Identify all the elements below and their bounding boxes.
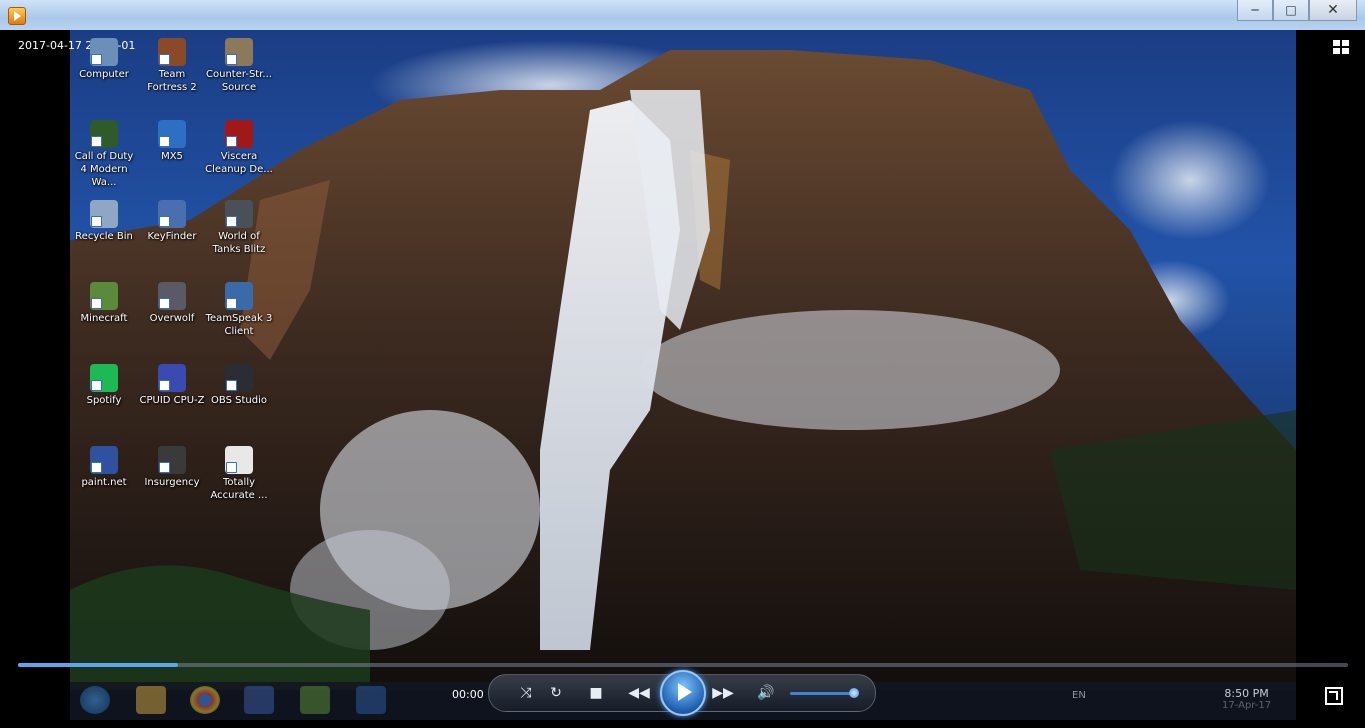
close-button[interactable]: ✕ (1309, 0, 1357, 21)
fullscreen-icon[interactable] (1325, 687, 1343, 705)
word-taskbar-icon (356, 686, 386, 714)
app-shortcut-icon (158, 120, 186, 148)
desktop-icon[interactable]: Insurgency (138, 446, 206, 489)
desktop-icon-label: CPUID CPU-Z (139, 395, 205, 406)
volume-slider-handle[interactable] (849, 688, 859, 698)
tray-language: EN (1072, 690, 1086, 701)
desktop-icon[interactable]: KeyFinder (138, 200, 206, 243)
desktop-icon-label: Totally Accurate ... (210, 477, 268, 501)
taskmanager-taskbar-icon (300, 686, 330, 714)
media-player-app-icon[interactable] (8, 7, 26, 25)
app-shortcut-icon (90, 38, 118, 66)
desktop-icon-label: Viscera Cleanup De... (205, 151, 273, 175)
start-orb-icon (80, 686, 110, 714)
compact-mode-icon[interactable] (1333, 40, 1349, 54)
tray-clock: 8:50 PM 17-Apr-17 (1222, 687, 1271, 711)
desktop-icon-label: Recycle Bin (75, 231, 133, 242)
desktop-icon-label: Call of Duty 4 Modern Wa... (74, 151, 134, 188)
app-shortcut-icon (90, 446, 118, 474)
desktop-icon[interactable]: Viscera Cleanup De... (205, 120, 273, 176)
app-shortcut-icon (225, 200, 253, 228)
desktop-icon[interactable]: Overwolf (138, 282, 206, 325)
desktop-icon[interactable]: Totally Accurate ... (205, 446, 273, 502)
app-shortcut-icon (158, 38, 186, 66)
desktop-icon[interactable]: Recycle Bin (70, 200, 138, 243)
app-shortcut-icon (225, 282, 253, 310)
desktop-icon-label: TeamSpeak 3 Client (205, 313, 273, 337)
seek-bar[interactable] (18, 663, 1348, 667)
desktop-icon-label: KeyFinder (147, 231, 197, 242)
next-icon[interactable]: ▶▶ (708, 682, 738, 704)
maximize-button[interactable]: □ (1273, 0, 1309, 21)
desktop-icon[interactable]: Team Fortress 2 (138, 38, 206, 94)
previous-icon[interactable]: ◀◀ (624, 682, 654, 704)
app-shortcut-icon (158, 446, 186, 474)
desktop-icon[interactable]: MX5 (138, 120, 206, 163)
app-shortcut-icon (225, 446, 253, 474)
video-area[interactable]: 2017-04-17 20-50-01 Computer Team Fortres… (8, 30, 1357, 720)
desktop-icon[interactable]: OBS Studio (205, 364, 273, 407)
play-button[interactable] (660, 670, 706, 716)
desktop-icon[interactable]: paint.net (70, 446, 138, 489)
desktop-icon-label: Spotify (86, 395, 122, 406)
desktop-icon-label: Team Fortress 2 (147, 69, 197, 93)
app-shortcut-icon (158, 364, 186, 392)
desktop-icon-label: Minecraft (80, 313, 128, 324)
desktop-icon[interactable]: Spotify (70, 364, 138, 407)
desktop-icon-label: OBS Studio (211, 395, 267, 406)
desktop-icon[interactable]: TeamSpeak 3 Client (205, 282, 273, 338)
app-shortcut-icon (90, 120, 118, 148)
app-shortcut-icon (225, 38, 253, 66)
desktop-icon[interactable]: Minecraft (70, 282, 138, 325)
window-title-bar[interactable]: ─ □ ✕ (0, 0, 1365, 30)
desktop-icon-label: Insurgency (144, 477, 200, 488)
volume-icon[interactable]: 🔊 (754, 682, 778, 704)
app-shortcut-icon (158, 200, 186, 228)
seek-bar-progress (18, 663, 178, 667)
minimize-button[interactable]: ─ (1237, 0, 1273, 21)
app-shortcut-icon (90, 282, 118, 310)
app-shortcut-icon (158, 282, 186, 310)
app-shortcut-icon (90, 364, 118, 392)
window-controls: ─ □ ✕ (1237, 0, 1357, 21)
app-shortcut-icon (225, 120, 253, 148)
stop-icon[interactable]: ■ (584, 682, 608, 704)
tray-clock-time: 8:50 PM (1224, 687, 1269, 700)
current-time: 00:00 (452, 688, 484, 701)
desktop-icon-label: World of Tanks Blitz (212, 231, 266, 255)
paint-taskbar-icon (244, 686, 274, 714)
app-shortcut-icon (225, 364, 253, 392)
chrome-taskbar-icon (190, 686, 220, 714)
desktop-icon-label: MX5 (161, 151, 183, 162)
repeat-icon[interactable]: ↻ (544, 682, 568, 704)
app-shortcut-icon (90, 200, 118, 228)
desktop-icon[interactable]: Computer (70, 38, 138, 81)
desktop-icon-label: paint.net (81, 477, 127, 488)
desktop-icon-label: Counter-Str... Source (206, 69, 272, 93)
tray-clock-date: 17-Apr-17 (1222, 700, 1272, 711)
desktop-icon[interactable]: CPUID CPU-Z (138, 364, 206, 407)
desktop-icon[interactable]: Counter-Str... Source (205, 38, 273, 94)
desktop-icon[interactable]: Call of Duty 4 Modern Wa... (70, 120, 138, 189)
volume-slider[interactable] (790, 692, 854, 695)
desktop-icon-label: Overwolf (149, 313, 195, 324)
explorer-taskbar-icon (136, 686, 166, 714)
desktop-icon[interactable]: World of Tanks Blitz (205, 200, 273, 256)
desktop-icon-label: Computer (79, 69, 129, 80)
shuffle-icon[interactable]: ⤨ (514, 682, 538, 704)
